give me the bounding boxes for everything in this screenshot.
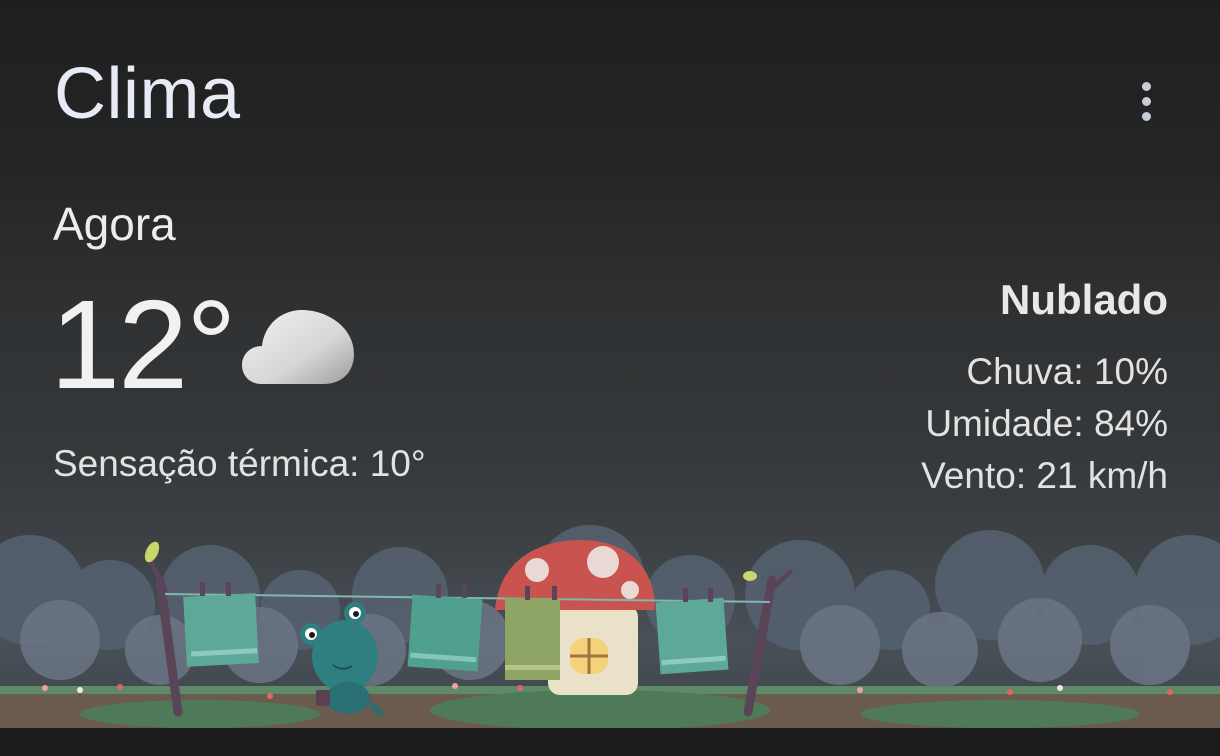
now-label: Agora [53,198,176,250]
humidity-text: Umidade: 84% [925,403,1168,444]
grass-patch [860,700,1140,728]
current-temperature: 12° [50,274,237,415]
precipitation-text: Chuva: 10% [966,351,1168,392]
bottom-strip [0,728,1220,756]
app-title: Clima [54,54,241,134]
more-vert-icon-dot [1141,81,1151,91]
more-vert-icon-dot [1141,96,1151,106]
grass-patch [80,700,320,728]
weather-illustration [0,525,1220,728]
feels-like-text: Sensação térmica: 10° [53,443,426,484]
cloud-icon [242,310,354,384]
more-options-button[interactable] [1124,78,1168,124]
wind-text: Vento: 21 km/h [921,455,1168,496]
weather-card: Clima Agora 12° Sensação térmica: 10° Nu… [0,0,1220,728]
more-vert-icon-dot [1141,111,1151,121]
condition-text: Nublado [1000,276,1168,323]
weather-stats: Chuva: 10% Umidade: 84% Vento: 21 km/h [921,346,1168,502]
